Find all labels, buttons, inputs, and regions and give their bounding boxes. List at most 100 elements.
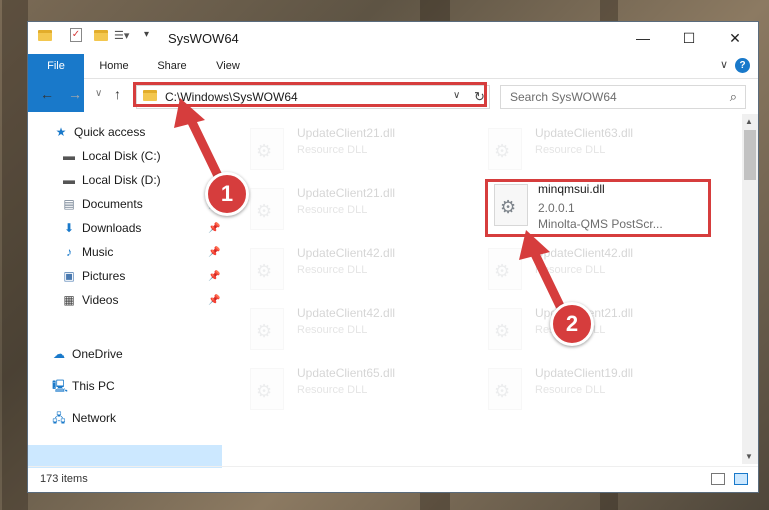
close-button[interactable]: ✕: [712, 22, 758, 54]
file-name: UpdateClient19.dll: [535, 366, 634, 380]
sidebar-item-downloads[interactable]: ⬇ Downloads: [62, 217, 141, 239]
file-highlight-box: [485, 179, 711, 237]
network-icon: 🖧: [52, 411, 66, 425]
folder-icon: [38, 30, 52, 41]
properties-icon[interactable]: ✓: [70, 28, 82, 42]
dll-file-icon: ⚙: [250, 248, 284, 290]
sidebar-item-label: Pictures: [82, 269, 126, 283]
list-item[interactable]: ⚙ UpdateClient21.dll Resource DLL: [228, 182, 458, 240]
sidebar-item-label: Music: [82, 245, 114, 259]
file-description: Resource DLL: [297, 384, 368, 396]
status-bar: 173 items: [28, 466, 758, 492]
new-folder-icon[interactable]: [94, 30, 108, 41]
scroll-up-icon[interactable]: ▲: [745, 117, 753, 126]
ribbon-tabs: File Home Share View ∨ ?: [28, 54, 758, 112]
search-icon: ⌕: [729, 89, 737, 104]
dll-file-icon: ⚙: [250, 368, 284, 410]
search-input[interactable]: Search SysWOW64 ⌕: [500, 85, 746, 109]
list-item[interactable]: ⚙ UpdateClient63.dll Resource DLL: [466, 122, 696, 180]
dll-file-icon: ⚙: [488, 368, 522, 410]
navigation-bar: ← → ∨ ↑ C:\Windows\SysWOW64 ∨ ↻ Search S…: [28, 79, 758, 113]
maximize-button[interactable]: ☐: [666, 22, 712, 54]
list-item[interactable]: ⚙ UpdateClient42.dll Resource DLL: [228, 242, 458, 300]
gear-icon: ⚙: [256, 141, 273, 161]
pictures-icon: ▣: [63, 269, 75, 283]
details-view-icon[interactable]: [711, 473, 725, 485]
file-list: ⚙ UpdateClient21.dll Resource DLL ⚙ Upda…: [228, 114, 742, 464]
sidebar-item-this-pc[interactable]: 🖳 This PC: [52, 375, 115, 397]
forward-button[interactable]: →: [68, 86, 82, 102]
list-item[interactable]: ⚙ UpdateClient65.dll Resource DLL: [228, 362, 458, 420]
file-name: UpdateClient42.dll: [535, 246, 634, 260]
sidebar-item-network[interactable]: 🖧 Network: [52, 407, 116, 429]
sidebar-item-quick-access[interactable]: ★ Quick access: [54, 121, 146, 143]
back-button[interactable]: ←: [40, 86, 54, 102]
list-item[interactable]: ⚙ UpdateClient19.dll Resource DLL: [466, 362, 696, 420]
sidebar-item-local-disk-d[interactable]: ▬ Local Disk (D:): [62, 169, 161, 191]
drive-icon: ▬: [63, 173, 75, 187]
pin-icon[interactable]: 📌: [208, 271, 220, 282]
recent-locations-button[interactable]: ∨: [95, 88, 102, 99]
pin-icon[interactable]: 📌: [208, 247, 220, 258]
large-icons-view-icon[interactable]: [734, 473, 748, 485]
sidebar-item-videos[interactable]: ▦ Videos: [62, 289, 118, 311]
customize-toolbar-icon[interactable]: ☰▾: [114, 29, 129, 42]
help-icon[interactable]: ?: [735, 58, 750, 73]
music-icon: ♪: [66, 245, 72, 259]
sidebar-item-label: Network: [72, 411, 117, 425]
search-placeholder: Search SysWOW64: [510, 90, 617, 104]
sidebar-item-label: OneDrive: [72, 347, 123, 361]
sidebar-item-pictures[interactable]: ▣ Pictures: [62, 265, 125, 287]
ribbon-expand-icon[interactable]: ∨: [720, 58, 728, 71]
file-name: UpdateClient42.dll: [297, 306, 396, 320]
scrollbar-thumb[interactable]: [744, 130, 756, 180]
file-description: Resource DLL: [535, 144, 606, 156]
documents-icon: ▤: [63, 197, 75, 211]
item-count: 173 items: [40, 473, 88, 485]
list-item[interactable]: ⚙ UpdateClient42.dll Resource DLL: [466, 242, 696, 300]
sidebar-item-onedrive[interactable]: ☁ OneDrive: [52, 343, 123, 365]
list-item[interactable]: ⚙ UpdateClient21.dll Resource DLL: [228, 122, 458, 180]
vertical-scrollbar[interactable]: ▲ ▼: [742, 114, 758, 464]
downloads-icon: ⬇: [63, 221, 75, 235]
callout-badge-2: 2: [550, 302, 594, 346]
gear-icon: ⚙: [256, 201, 273, 221]
cloud-icon: ☁: [53, 347, 65, 361]
file-description: Resource DLL: [297, 324, 368, 336]
gear-icon: ⚙: [494, 381, 511, 401]
quick-access-toolbar-dropdown[interactable]: ▾: [144, 29, 149, 40]
up-button[interactable]: ↑: [114, 86, 121, 102]
sidebar-item-documents[interactable]: ▤ Documents: [62, 193, 142, 215]
background-tree: [2, 0, 28, 510]
dll-file-icon: ⚙: [250, 308, 284, 350]
navigation-pane: ★ Quick access ▬ Local Disk (C:) ▬ Local Di…: [28, 114, 224, 468]
minimize-button[interactable]: —: [620, 22, 666, 54]
file-description: Resource DLL: [535, 384, 606, 396]
file-description: Resource DLL: [297, 144, 368, 156]
sidebar-item-label: Local Disk (C:): [82, 149, 161, 163]
sidebar-item-local-disk-c[interactable]: ▬ Local Disk (C:): [62, 145, 161, 167]
list-item[interactable]: ⚙ UpdateClient42.dll Resource DLL: [228, 302, 458, 360]
sidebar-item-label: Quick access: [74, 125, 146, 139]
drive-icon: ▬: [63, 149, 75, 163]
dll-file-icon: ⚙: [488, 308, 522, 350]
pin-icon[interactable]: 📌: [208, 295, 220, 306]
pin-icon[interactable]: 📌: [208, 223, 220, 234]
gear-icon: ⚙: [494, 321, 511, 341]
title-bar: ✓ ☰▾ ▾ SysWOW64 — ☐ ✕: [28, 22, 758, 54]
file-description: Resource DLL: [297, 204, 368, 216]
tab-view[interactable]: View: [206, 54, 250, 78]
tab-share[interactable]: Share: [148, 54, 196, 78]
gear-icon: ⚙: [256, 261, 273, 281]
tab-home[interactable]: Home: [92, 54, 136, 78]
gear-icon: ⚙: [256, 321, 273, 341]
selection-highlight: [28, 445, 222, 468]
callout-badge-1: 1: [205, 172, 249, 216]
dll-file-icon: ⚙: [250, 128, 284, 170]
sidebar-item-music[interactable]: ♪ Music: [62, 241, 113, 263]
scroll-down-icon[interactable]: ▼: [745, 452, 753, 461]
computer-icon: 🖳: [52, 379, 69, 393]
sidebar-item-label: Downloads: [82, 221, 142, 235]
window-title: SysWOW64: [168, 31, 239, 46]
file-name: UpdateClient21.dll: [297, 186, 396, 200]
